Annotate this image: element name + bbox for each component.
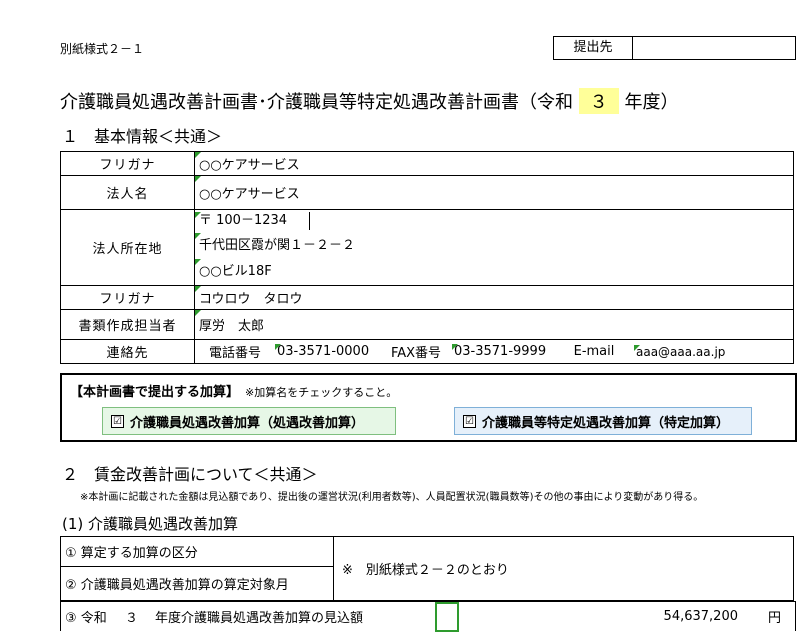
row-2-label: ② 介護職員処遇改善加算の算定対象月 (60, 566, 334, 601)
addition-selection-box: 【本計画書で提出する加算】 ※加算名をチェックすること。 ☑ 介護職員処遇改善加算… (60, 373, 797, 442)
checkbox-checked-icon[interactable]: ☑ (111, 414, 124, 428)
furigana-label: フリガナ (60, 285, 195, 310)
addition-option-1-label: 介護職員処遇改善加算（処遇改善加算） (130, 415, 365, 431)
row-1-label: ① 算定する加算の区分 (60, 536, 334, 567)
row-3-amount[interactable]: 54,637,200 (459, 609, 738, 624)
row-3-suffix: 年度介護職員処遇改善加算の見込額 (155, 611, 364, 626)
email-field[interactable]: aaa@aaa.aa.jp (634, 344, 725, 359)
title-suffix: 年度） (624, 92, 679, 113)
addition-header: 【本計画書で提出する加算】 ※加算名をチェックすること。 (70, 381, 397, 400)
addition-option-2[interactable]: ☑ 介護職員等特定処遇改善加算（特定加算） (454, 407, 752, 435)
section-2-heading: ２ 賃金改善計画について＜共通＞ (62, 465, 318, 484)
author-furigana-field[interactable]: コウロウ タロウ (194, 285, 794, 310)
tel-field[interactable]: 03-3571-0000 (275, 344, 380, 359)
furigana-label: フリガナ (60, 151, 195, 176)
fax-label: FAX番号 (390, 346, 442, 361)
row-3-unit: 円 (767, 611, 781, 626)
row-3-year[interactable]: ３ (125, 607, 155, 626)
submit-to-box: 提出先 (553, 36, 796, 60)
title-prefix: 介護職員処遇改善計画書･介護職員等特定処遇改善計画書（令和 (60, 92, 573, 113)
author-label: 書類作成担当者 (60, 309, 195, 340)
tel-label: 電話番号 (208, 346, 261, 361)
zip-field[interactable]: 〒 100－1234 (195, 212, 310, 230)
corp-name-label: 法人名 (60, 175, 195, 210)
author-name-field[interactable]: 厚労 太郎 (194, 309, 794, 340)
address-label: 法人所在地 (60, 209, 195, 286)
checkbox-checked-icon[interactable]: ☑ (463, 414, 476, 428)
row-3: ③ 令和 ３ 年度介護職員処遇改善加算の見込額 54,637,200 円 (60, 601, 796, 632)
subsection-1-heading: (1) 介護職員処遇改善加算 (62, 515, 239, 533)
addition-option-1[interactable]: ☑ 介護職員処遇改善加算（処遇改善加算） (102, 407, 396, 435)
section-2-note: ※本計画に記載された金額は見込額であり、提出後の運営状況(利用者数等)、人員配置… (80, 492, 704, 503)
corp-furigana-field[interactable]: ○○ケアサービス (194, 151, 794, 176)
address-line2-field[interactable]: ○○ビル18F (195, 259, 793, 285)
fax-field[interactable]: 03-3571-9999 (452, 344, 554, 359)
calc-table: ① 算定する加算の区分 ※ 別紙様式２－２のとおり ② 介護職員処遇改善加算の算… (60, 536, 794, 601)
contact-label: 連絡先 (60, 339, 195, 364)
row-3-input-cell[interactable] (435, 601, 459, 632)
addition-note: ※加算名をチェックすること。 (245, 386, 398, 399)
addition-header-text: 【本計画書で提出する加算】 (70, 385, 240, 400)
corp-name-field[interactable]: ○○ケアサービス (194, 175, 794, 210)
basic-info-table: フリガナ ○○ケアサービス 法人名 ○○ケアサービス 法人所在地 〒 100－1… (60, 151, 794, 364)
submit-to-label: 提出先 (554, 37, 633, 59)
title-year-field[interactable]: ３ (578, 88, 619, 114)
email-label: E-mail (573, 344, 615, 359)
row-3-prefix: ③ 令和 (65, 611, 107, 626)
submit-to-field[interactable] (633, 37, 795, 59)
reference-note: ※ 別紙様式２－２のとおり (333, 536, 794, 601)
addition-option-2-label: 介護職員等特定処遇改善加算（特定加算） (482, 415, 730, 431)
address-line1-field[interactable]: 千代田区霞が関１－２－２ (195, 233, 793, 259)
form-tag: 別紙様式２－１ (60, 42, 145, 56)
section-1-heading: １ 基本情報＜共通＞ (62, 127, 223, 146)
page-title: 介護職員処遇改善計画書･介護職員等特定処遇改善計画書（令和 ３ 年度） (60, 88, 678, 114)
